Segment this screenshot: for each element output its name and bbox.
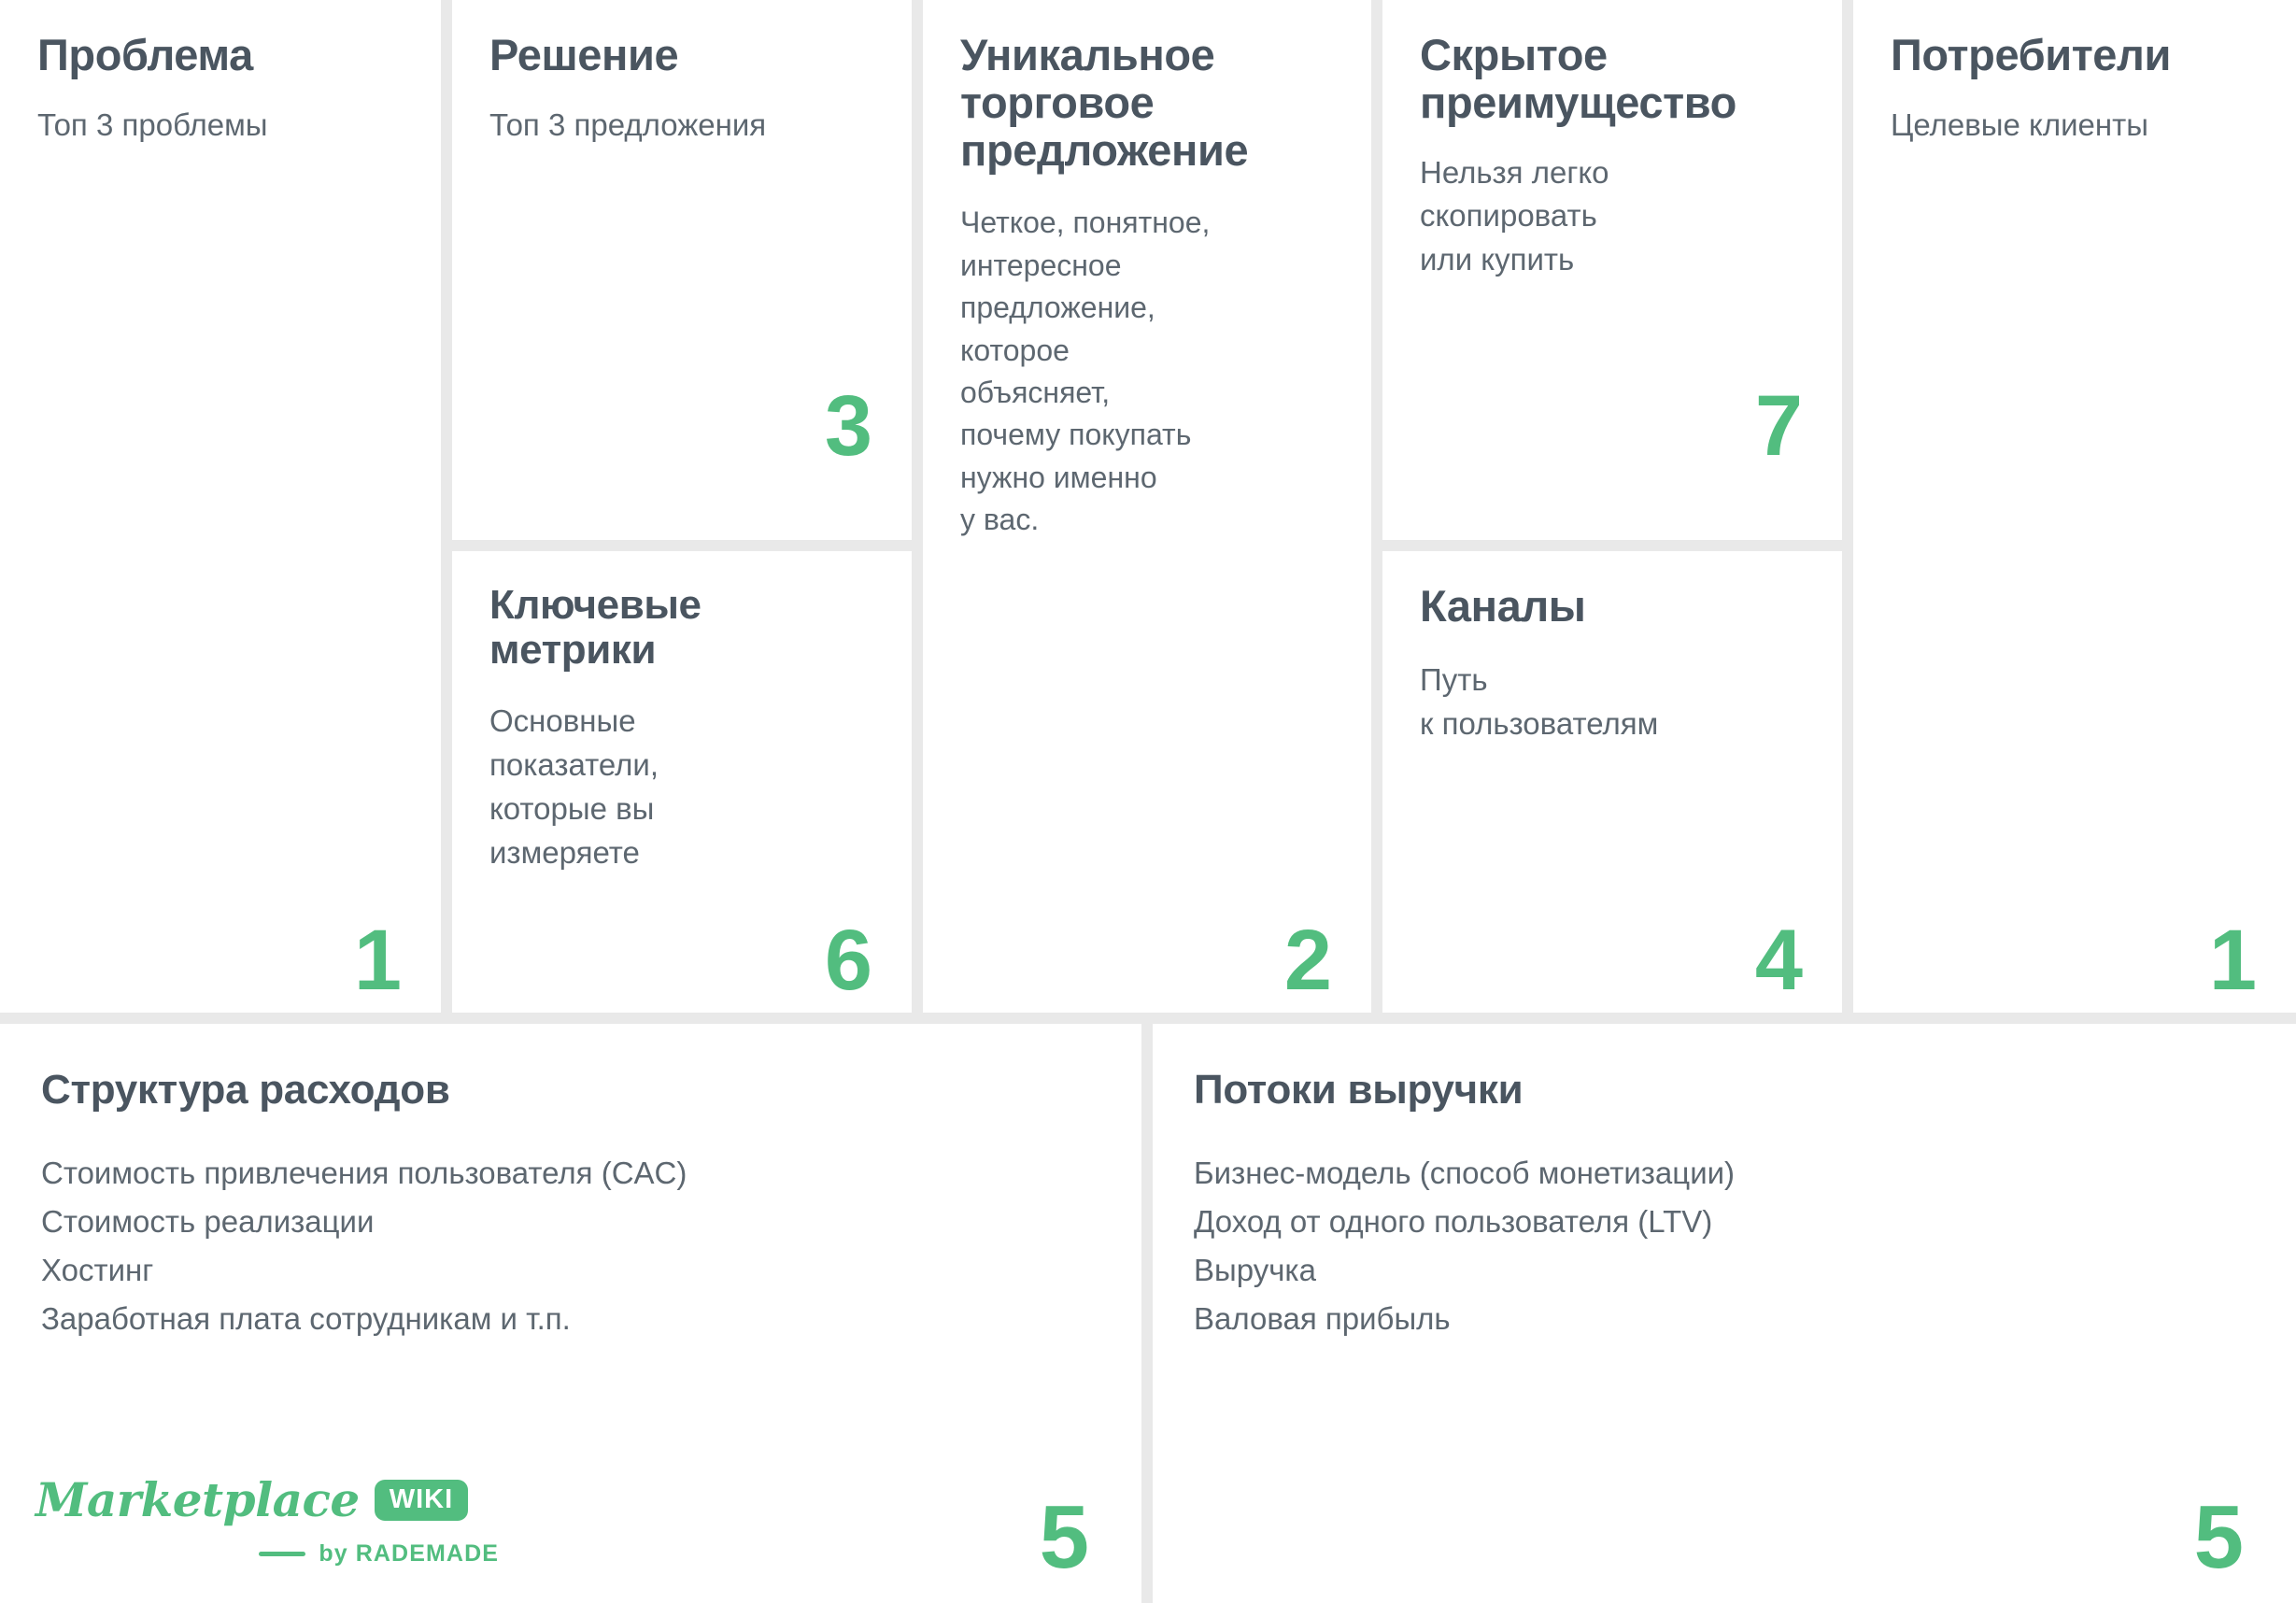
cell-number-key-metrics: 6 <box>824 913 872 1008</box>
cell-number-customers: 1 <box>2208 913 2257 1008</box>
cell-body-channels: Путь к пользователям <box>1420 661 1659 741</box>
cell-number-cost-structure: 5 <box>1039 1487 1089 1587</box>
cell-title-problem: Проблема <box>37 30 253 79</box>
panel-title-cost-structure: Структура расходов <box>41 1067 450 1113</box>
canvas-cell-solution[interactable]: Решение Топ 3 предложения 3 <box>452 0 912 540</box>
cell-title-unfair-advantage: Скрытое преимущество <box>1420 30 1736 127</box>
cell-number-revenue-streams: 5 <box>2193 1487 2244 1587</box>
canvas-cell-cost-structure[interactable]: Структура расходов Стоимость привлечения… <box>0 1024 1141 1603</box>
list-item: Стоимость привлечения пользователя (CAC) <box>41 1156 687 1190</box>
cell-number-channels: 4 <box>1754 913 1803 1008</box>
list-item: Бизнес-модель (способ монетизации) <box>1194 1156 1736 1190</box>
lean-canvas: Проблема Топ 3 проблемы 1 Решение Топ 3 … <box>0 0 2296 1603</box>
canvas-cell-channels[interactable]: Каналы Путь к пользователям 4 <box>1382 551 1842 1013</box>
cell-title-uvp: Уникальное торговое предложение <box>960 30 1249 175</box>
marketplace-wiki-logo[interactable]: Marketplace WIKI by RADEMADE <box>35 1472 503 1568</box>
cell-title-solution: Решение <box>489 30 679 79</box>
cell-number-problem: 1 <box>353 913 402 1008</box>
logo-dash-icon <box>259 1552 306 1556</box>
canvas-cell-unfair-advantage[interactable]: Скрытое преимущество Нельзя легко скопир… <box>1382 0 1842 540</box>
cell-title-customers: Потребители <box>1891 30 2171 79</box>
cell-number-unfair-advantage: 7 <box>1754 378 1803 474</box>
list-item: Хостинг <box>41 1253 154 1288</box>
cell-number-uvp: 2 <box>1283 913 1332 1008</box>
canvas-cell-customers[interactable]: Потребители Целевые клиенты 1 <box>1853 0 2296 1013</box>
cell-body-problem: Топ 3 проблемы <box>37 106 268 142</box>
cell-body-customers: Целевые клиенты <box>1891 106 2148 142</box>
panel-title-revenue-streams: Потоки выручки <box>1194 1067 1524 1113</box>
canvas-cell-key-metrics[interactable]: Ключевые метрики Основные показатели, ко… <box>452 551 912 1013</box>
logo-wiki-badge: WIKI <box>374 1479 469 1521</box>
cell-title-channels: Каналы <box>1420 581 1586 631</box>
list-item: Валовая прибыль <box>1194 1301 1451 1337</box>
cell-number-solution: 3 <box>824 378 872 474</box>
revenue-streams-list: Бизнес-модель (способ монетизации) Доход… <box>1194 1149 2255 1344</box>
logo-byline: by RADEMADE <box>319 1540 499 1567</box>
list-item: Стоимость реализации <box>41 1204 375 1240</box>
cell-body-solution: Топ 3 предложения <box>489 106 767 142</box>
cell-body-uvp: Четкое, понятное, интересное предложение… <box>960 206 1211 537</box>
list-item: Доход от одного пользователя (LTV) <box>1194 1204 1713 1240</box>
logo-wordmark: Marketplace <box>35 1472 360 1527</box>
canvas-cell-uvp[interactable]: Уникальное торговое предложение Четкое, … <box>923 0 1371 1013</box>
cell-body-unfair-advantage: Нельзя легко скопировать или купить <box>1420 154 1609 277</box>
canvas-cell-problem[interactable]: Проблема Топ 3 проблемы 1 <box>0 0 441 1013</box>
cost-structure-list: Стоимость привлечения пользователя (CAC)… <box>41 1149 1100 1344</box>
list-item: Заработная плата сотрудникам и т.п. <box>41 1301 571 1337</box>
cell-title-key-metrics: Ключевые метрики <box>489 582 702 673</box>
list-item: Выручка <box>1194 1253 1316 1288</box>
cell-body-key-metrics: Основные показатели, которые вы измеряет… <box>489 703 659 870</box>
canvas-cell-revenue-streams[interactable]: Потоки выручки Бизнес-модель (способ мон… <box>1153 1024 2296 1603</box>
